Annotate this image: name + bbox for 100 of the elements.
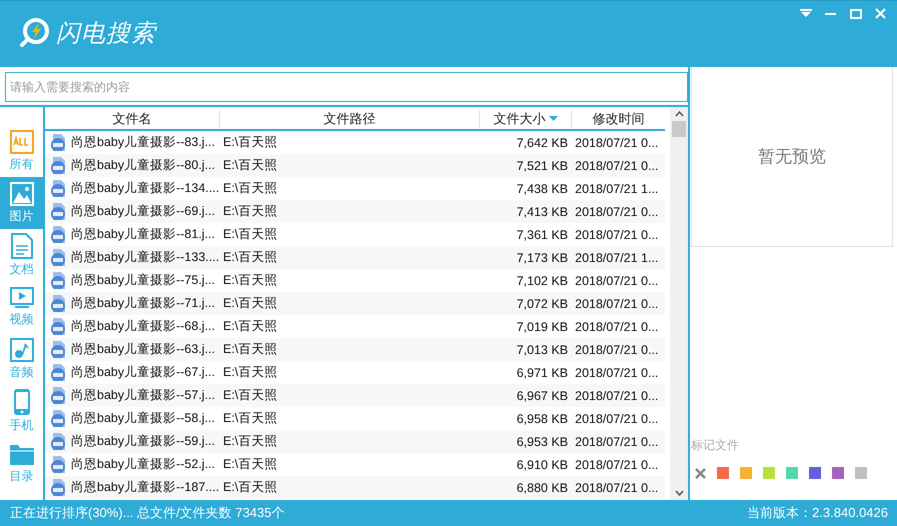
category-tab[interactable]: 音频 [0,333,43,385]
color-mark[interactable] [832,467,844,479]
marks-title: 标记文件 [691,437,740,454]
category-tab[interactable]: 手机 [0,385,43,437]
jpg-file-icon [50,157,66,174]
color-mark[interactable] [855,467,867,479]
file-size: 7,642 KB [516,136,569,150]
modified-time: 2018/07/21 0... [574,388,660,402]
file-path: E:\百天照 [222,249,278,266]
column-header[interactable]: 文件名 [45,110,220,128]
category-tab[interactable]: 所有 [0,125,43,177]
file-name: 尚恩baby儿童摄影--58.j... [71,410,216,427]
clear-mark-icon[interactable] [695,468,706,478]
file-name: 尚恩baby儿童摄影--187.... [71,479,220,496]
file-path: E:\百天照 [222,341,278,358]
column-header[interactable]: 修改时间 [572,110,665,128]
file-name: 尚恩baby儿童摄影--57.j... [71,387,216,404]
color-mark[interactable] [717,467,729,479]
video-icon [10,286,34,308]
jpg-file-icon [50,456,66,473]
file-name: 尚恩baby儿童摄影--83.j... [71,134,216,151]
sort-arrow-icon [548,116,558,122]
color-mark[interactable] [763,467,775,479]
all-icon [10,130,34,154]
file-name: 尚恩baby儿童摄影--68.j... [71,318,216,335]
color-mark[interactable] [786,467,798,479]
jpg-file-icon [50,226,66,243]
modified-time: 2018/07/21 1... [574,250,660,264]
scroll-down-icon [674,490,684,496]
jpg-file-icon [50,318,66,335]
jpg-file-icon [50,249,66,266]
file-path: E:\百天照 [222,479,278,496]
modified-time: 2018/07/21 0... [574,366,660,380]
category-tab[interactable]: 文档 [0,229,43,281]
file-path: E:\百天照 [222,134,278,151]
modified-time: 2018/07/21 0... [574,320,660,334]
dropdown-icon [800,9,812,18]
maximize-icon [850,8,862,18]
category-tab[interactable]: 目录 [0,437,43,489]
file-path: E:\百天照 [222,456,278,473]
file-path: E:\百天照 [222,203,278,220]
file-name: 尚恩baby儿童摄影--59.j... [71,433,216,450]
file-size: 7,072 KB [516,296,569,310]
file-size: 6,971 KB [516,366,569,380]
column-header[interactable]: 文件大小 [480,110,572,128]
phone-icon [14,388,30,414]
modified-time: 2018/07/21 0... [574,458,660,472]
file-path: E:\百天照 [222,364,278,381]
jpg-file-icon [50,341,66,358]
minimize-icon [825,12,836,14]
jpg-file-icon [50,180,66,197]
modified-time: 2018/07/21 0... [574,480,660,494]
color-mark[interactable] [740,467,752,479]
file-size: 6,910 KB [516,458,569,472]
color-mark[interactable] [809,467,821,479]
modified-time: 2018/07/21 1... [574,182,660,196]
logo-icon [18,17,52,49]
file-path: E:\百天照 [222,272,278,289]
file-name: 尚恩baby儿童摄影--75.j... [71,272,216,289]
file-size: 7,019 KB [516,320,569,334]
search-field[interactable]: 请输入需要搜索的内容 [5,72,688,102]
file-path: E:\百天照 [222,318,278,335]
file-size: 6,953 KB [516,434,569,448]
file-size: 7,361 KB [516,228,569,242]
file-name: 尚恩baby儿童摄影--71.j... [71,295,216,312]
file-name: 尚恩baby儿童摄影--52.j... [71,456,216,473]
scroll-thumb[interactable] [672,121,686,137]
jpg-file-icon [50,479,66,496]
modified-time: 2018/07/21 0... [574,434,660,448]
modified-time: 2018/07/21 0... [574,158,660,172]
close-icon [875,8,886,19]
file-path: E:\百天照 [222,410,278,427]
modified-time: 2018/07/21 0... [574,412,660,426]
modified-time: 2018/07/21 0... [574,136,660,150]
jpg-file-icon [50,364,66,381]
scroll-up-icon [674,111,684,117]
jpg-file-icon [50,387,66,404]
image-icon [10,182,34,206]
jpg-file-icon [50,410,66,427]
column-header[interactable]: 文件路径 [220,110,480,128]
category-tab[interactable]: 图片 [0,177,43,229]
file-name: 尚恩baby儿童摄影--134.... [71,180,220,197]
file-name: 尚恩baby儿童摄影--69.j... [71,203,216,220]
scrollbar[interactable] [670,107,688,500]
jpg-file-icon [50,295,66,312]
jpg-file-icon [50,134,66,151]
file-name: 尚恩baby儿童摄影--67.j... [71,364,216,381]
app-title: 闪电搜索 [56,19,156,49]
category-tab[interactable]: 视频 [0,281,43,333]
file-path: E:\百天照 [222,226,278,243]
file-size: 7,521 KB [516,158,569,172]
file-path: E:\百天照 [222,433,278,450]
file-name: 尚恩baby儿童摄影--63.j... [71,341,216,358]
file-name: 尚恩baby儿童摄影--80.j... [71,157,216,174]
file-size: 7,102 KB [516,274,569,288]
file-size: 6,967 KB [516,388,569,402]
document-icon [10,232,32,258]
file-path: E:\百天照 [222,387,278,404]
jpg-file-icon [50,272,66,289]
file-name: 尚恩baby儿童摄影--133.... [71,249,220,266]
